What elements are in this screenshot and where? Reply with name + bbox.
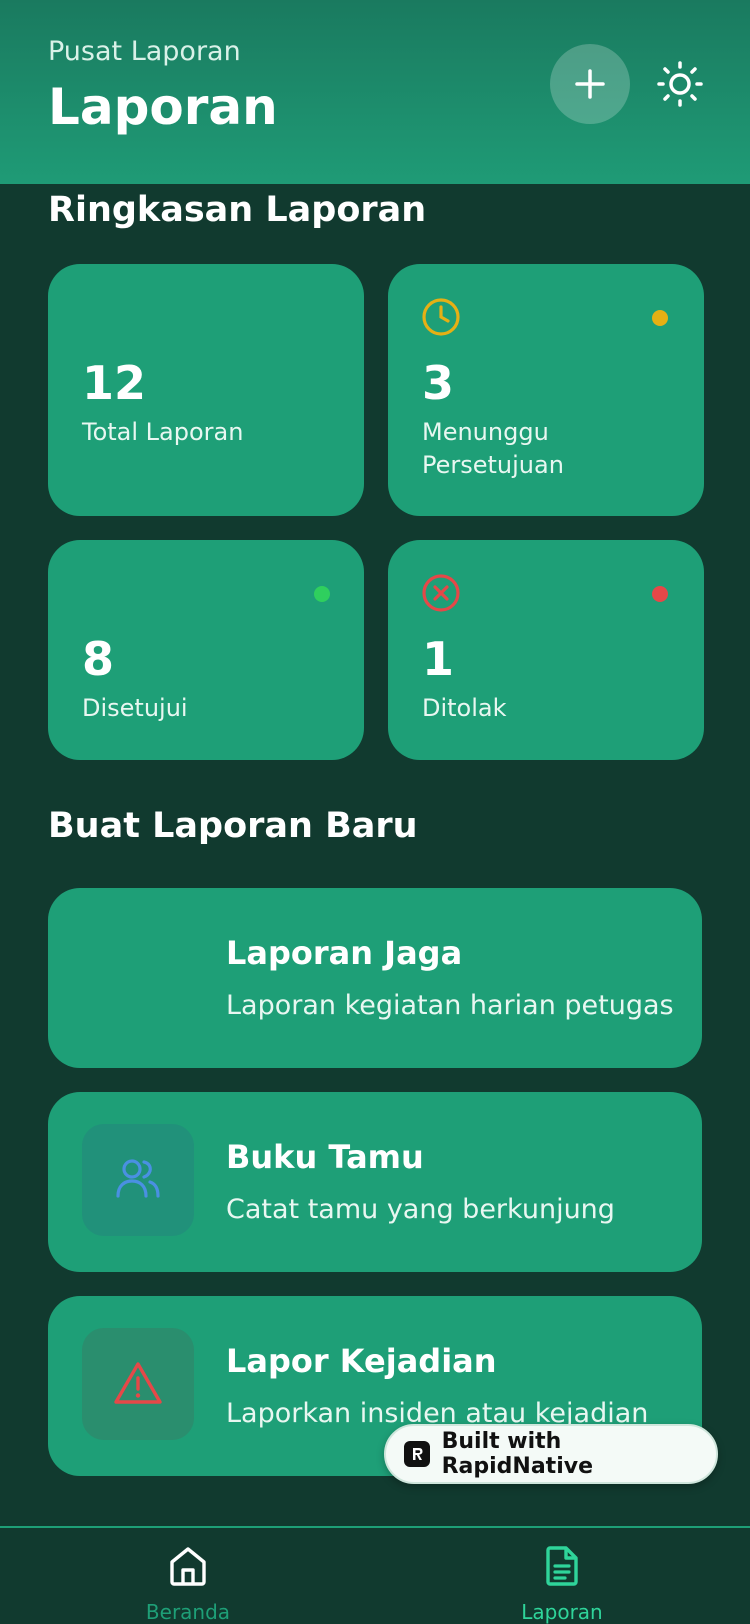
stat-card-pending[interactable]: 3 Menunggu Persetujuan	[388, 264, 704, 516]
stat-card-total[interactable]: 12 Total Laporan	[48, 264, 364, 516]
action-title: Buku Tamu	[226, 1138, 424, 1176]
plus-icon	[575, 69, 605, 99]
stat-value: 12	[82, 356, 147, 410]
action-buku-tamu[interactable]: Buku Tamu Catat tamu yang berkunjung	[48, 1092, 702, 1272]
header-subtitle: Pusat Laporan	[48, 36, 241, 67]
action-icon-box	[82, 1328, 194, 1440]
stat-value: 3	[422, 356, 455, 410]
stat-card-rejected[interactable]: 1 Ditolak	[388, 540, 704, 760]
tab-laporan[interactable]: Laporan	[462, 1528, 662, 1624]
warning-icon	[114, 1362, 162, 1404]
clock-icon	[422, 298, 460, 336]
users-icon	[116, 1159, 160, 1198]
stat-value: 1	[422, 632, 455, 686]
stat-card-approved[interactable]: 8 Disetujui	[48, 540, 364, 760]
stat-label: Menunggu Persetujuan	[422, 418, 564, 479]
built-with-badge[interactable]: Built with RapidNative	[384, 1424, 718, 1484]
add-report-button[interactable]	[550, 44, 630, 124]
badge-text: Built with RapidNative	[441, 1429, 593, 1479]
page-title: Laporan	[48, 78, 278, 136]
create-title: Buat Laporan Baru	[48, 806, 418, 846]
document-icon	[546, 1546, 578, 1586]
stat-value: 8	[82, 632, 115, 686]
status-dot-rejected	[652, 586, 668, 602]
action-title: Lapor Kejadian	[226, 1342, 497, 1380]
action-icon-box	[82, 1124, 194, 1236]
summary-title: Ringkasan Laporan	[48, 190, 427, 230]
rapidnative-logo-icon	[404, 1441, 430, 1467]
stat-label: Total Laporan	[82, 418, 244, 446]
bottom-tab-bar: Beranda Laporan	[0, 1526, 750, 1624]
action-laporan-jaga[interactable]: Laporan Jaga Laporan kegiatan harian pet…	[48, 888, 702, 1068]
sun-icon	[657, 61, 703, 107]
x-circle-icon	[422, 574, 460, 612]
action-description: Catat tamu yang berkunjung	[226, 1194, 615, 1225]
tab-label: Laporan	[521, 1600, 603, 1624]
tab-label: Beranda	[145, 1600, 231, 1624]
action-description: Laporan kegiatan harian petugas	[226, 990, 674, 1021]
status-dot-pending	[652, 310, 668, 326]
header: Pusat Laporan Laporan	[0, 0, 750, 184]
action-title: Laporan Jaga	[226, 934, 463, 972]
theme-toggle-button[interactable]	[652, 56, 708, 112]
status-dot-approved	[314, 586, 330, 602]
stat-label: Ditolak	[422, 694, 507, 722]
home-icon	[170, 1547, 206, 1586]
tab-beranda[interactable]: Beranda	[88, 1528, 288, 1624]
stat-label: Disetujui	[82, 694, 188, 722]
